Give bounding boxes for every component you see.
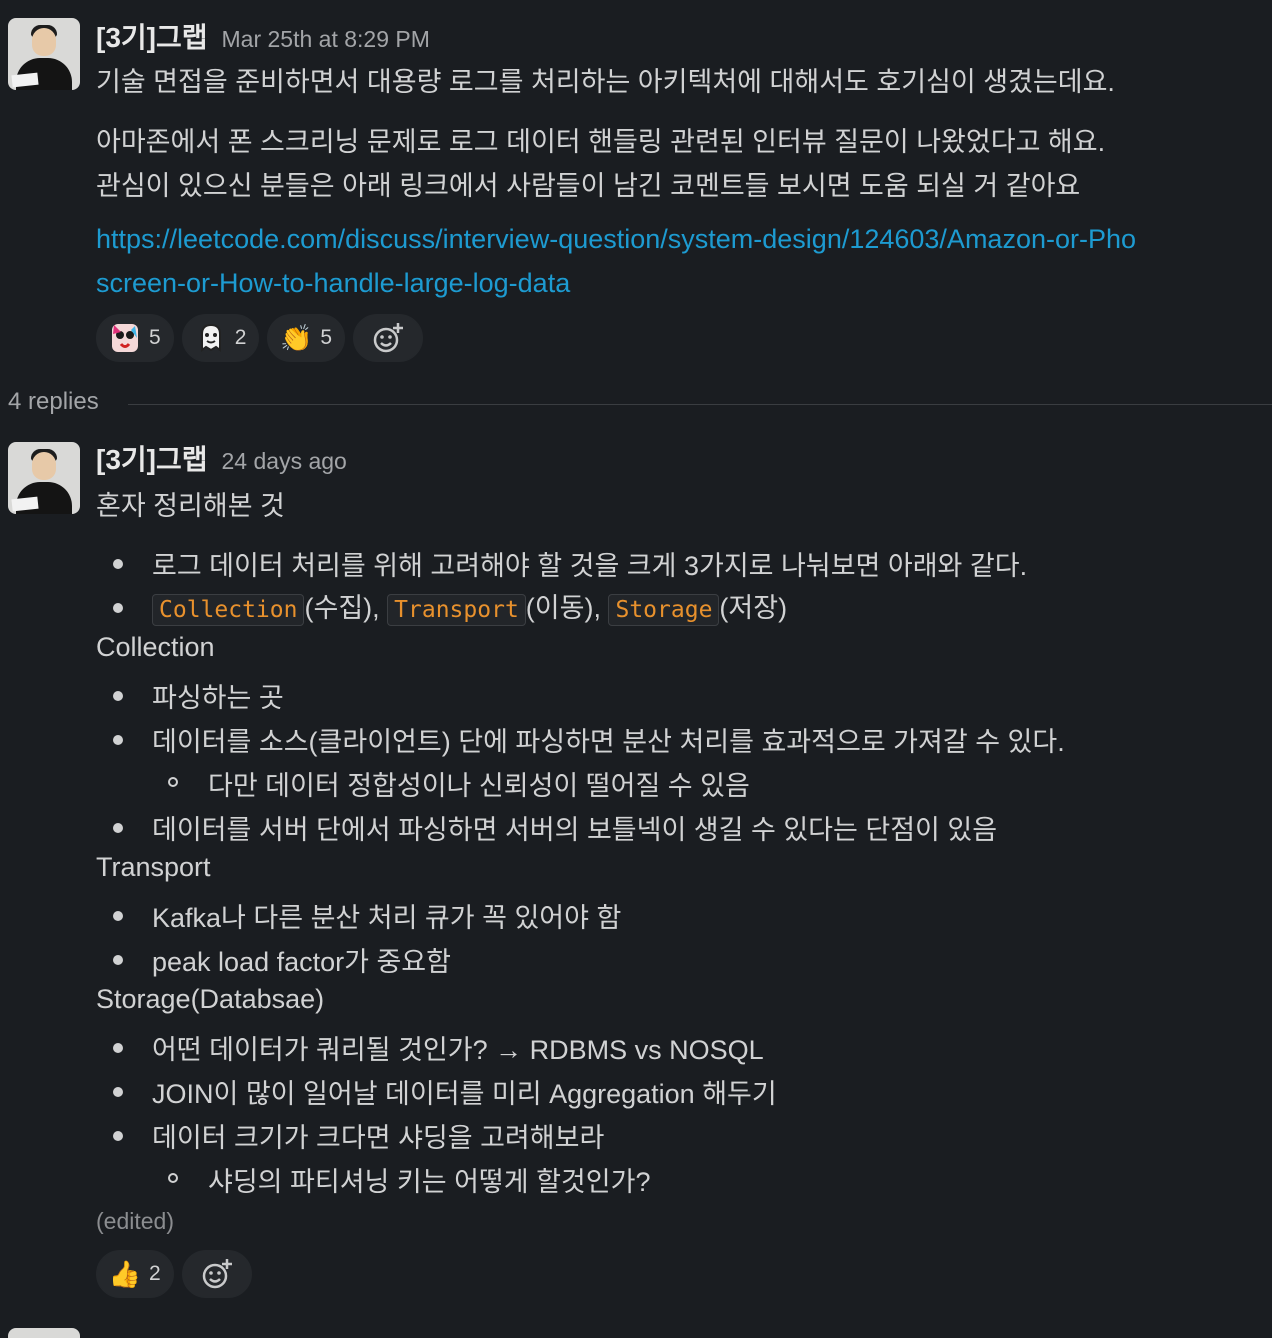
list-item: 다만 데이터 정합성이나 신뢰성이 떨어질 수 있음 <box>208 771 750 801</box>
bullet-dot <box>113 691 123 701</box>
reaction-pill[interactable]: 5 <box>96 314 174 362</box>
avatar[interactable] <box>8 442 80 514</box>
message-link[interactable]: screen-or-How-to-handle-large-log-data <box>96 268 570 299</box>
list-item: Kafka나 다른 분산 처리 큐가 꼭 있어야 함 <box>152 903 622 933</box>
list-item: JOIN이 많이 일어날 데이터를 미리 Aggregation 해두기 <box>152 1079 777 1109</box>
bullet-dot <box>113 559 123 569</box>
reaction-count: 5 <box>320 326 333 349</box>
reaction-pill[interactable]: 👏 5 <box>267 314 346 362</box>
reaction-pill[interactable]: 👍 2 <box>96 1250 174 1298</box>
anime-face-emoji-icon <box>109 322 141 354</box>
reaction-bar: 5 2 👏 5 <box>96 314 424 362</box>
bullet-dot <box>113 823 123 833</box>
add-reaction-button[interactable] <box>353 314 424 362</box>
replies-count: 4 replies <box>8 388 99 415</box>
message-line: 관심이 있으신 분들은 아래 링크에서 사람들이 남긴 코멘트들 보시면 도움 … <box>96 171 1081 201</box>
reaction-bar: 👍 2 <box>96 1250 252 1298</box>
reaction-count: 2 <box>149 1262 161 1285</box>
list-item: 데이터를 서버 단에서 파싱하면 서버의 보틀넥이 생길 수 있다는 단점이 있… <box>152 815 998 845</box>
inline-code: Storage <box>608 594 720 626</box>
list-item: 샤딩의 파티셔닝 키는 어떻게 할것인가? <box>208 1167 651 1197</box>
ghost-emoji-icon <box>195 322 227 354</box>
bullet-circle <box>168 1173 178 1183</box>
message-line: 아마존에서 폰 스크리닝 문제로 로그 데이터 핸들링 관련된 인터뷰 질문이 … <box>96 127 1106 157</box>
bullet-dot <box>113 603 123 613</box>
list-item-text: (저장) <box>719 593 788 623</box>
inline-code: Collection <box>152 594 305 626</box>
list-item-text: (수집), <box>304 593 380 623</box>
bullet-dot <box>113 911 123 921</box>
divider <box>128 404 1272 405</box>
list-item: peak load factor가 중요함 <box>152 947 451 977</box>
section-heading: Collection <box>96 632 215 662</box>
section-heading: Transport <box>96 852 211 882</box>
bullet-dot <box>113 735 123 745</box>
message-header: [3기]그랩 Mar 25th at 8:29 PM <box>96 16 430 56</box>
list-item: 로그 데이터 처리를 위해 고려해야 할 것을 크게 3가지로 나눠보면 아래와… <box>152 551 1028 581</box>
add-emoji-icon <box>372 322 404 354</box>
bullet-dot <box>113 1087 123 1097</box>
add-reaction-button[interactable] <box>181 1250 252 1298</box>
reaction-count: 5 <box>149 326 161 349</box>
message-line: 혼자 정리해본 것 <box>96 491 285 521</box>
bullet-circle <box>168 777 178 787</box>
timestamp[interactable]: 24 days ago <box>222 448 347 474</box>
list-item: 파싱하는 곳 <box>152 683 284 713</box>
reaction-count: 2 <box>234 326 247 349</box>
thumbs-up-emoji-icon: 👍 <box>108 1258 142 1289</box>
avatar[interactable] <box>8 18 80 90</box>
bullet-dot <box>113 1043 123 1053</box>
list-item: Collection (수집), Transport (이동), Storage (저… <box>152 586 788 626</box>
inline-code: Transport <box>387 594 526 626</box>
author-name[interactable]: [3기]그랩 <box>96 444 208 475</box>
clap-emoji-icon: 👏 <box>280 322 313 353</box>
timestamp[interactable]: Mar 25th at 8:29 PM <box>222 26 430 52</box>
reaction-pill[interactable]: 2 <box>181 314 260 362</box>
message-header: [3기]그랩 24 days ago <box>96 438 347 478</box>
list-item: 데이터 크기가 크다면 샤딩을 고려해보라 <box>152 1123 605 1153</box>
avatar[interactable] <box>8 1328 80 1338</box>
message-line: 기술 면접을 준비하면서 대용량 로그를 처리하는 아키텍처에 대해서도 호기심… <box>96 67 1115 97</box>
section-heading: Storage(Databsae) <box>96 984 325 1014</box>
add-emoji-icon <box>201 1258 233 1290</box>
author-name[interactable]: [3기]그랩 <box>96 22 208 53</box>
bullet-dot <box>113 955 123 965</box>
bullet-dot <box>113 1131 123 1141</box>
edited-label: (edited) <box>96 1208 174 1234</box>
list-item: 데이터를 소스(클라이언트) 단에 파싱하면 분산 처리를 효과적으로 가져갈 … <box>152 727 1065 757</box>
message-link[interactable]: https://leetcode.com/discuss/interview-q… <box>96 224 1136 255</box>
list-item-text: (이동), <box>525 593 601 623</box>
list-item: 어떤 데이터가 쿼리될 것인가? → RDBMS vs NOSQL <box>152 1035 764 1065</box>
